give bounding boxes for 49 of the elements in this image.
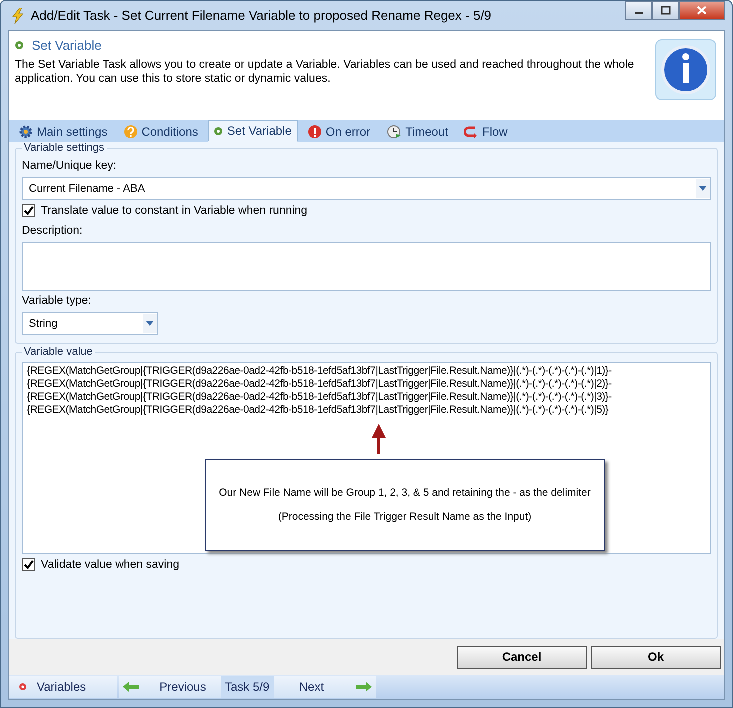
task-description: The Set Variable Task allows you to create or update a Variable. Variables can be used and reached throughout the whole application. You can use this to store static or dynamic values.: [15, 58, 636, 86]
gear-icon: [19, 124, 33, 138]
tab[interactable]: Main settings: [13, 121, 114, 142]
tab[interactable]: Conditions: [118, 121, 204, 142]
right-arrow-icon: [356, 682, 372, 692]
error-icon: [308, 124, 322, 138]
task-position: Task 5/9: [221, 676, 274, 698]
description-field[interactable]: [22, 242, 711, 291]
field-label: Variable type:: [22, 295, 92, 307]
callout-text: Our New File Name will be Group 1, 2, 3, & 5 and retaining the - as the delimiter: [219, 487, 591, 499]
arrow-icon: [372, 424, 386, 454]
clock-icon: [386, 124, 402, 138]
previous-button[interactable]: Previous: [119, 676, 221, 698]
checkbox[interactable]: [22, 204, 35, 217]
next-button[interactable]: Next: [274, 676, 376, 698]
name-dropdown[interactable]: Current Filename - ABA: [22, 177, 711, 200]
group-title: Variable value: [23, 346, 94, 358]
field-label: Description:: [22, 225, 83, 237]
cancel-button[interactable]: Cancel: [457, 646, 587, 668]
dot-icon: [19, 683, 27, 691]
checkbox-label: Translate value to constant in Variable when running: [41, 204, 308, 216]
tab[interactable]: Timeout: [380, 121, 454, 142]
task-title: Set Variable: [32, 38, 102, 52]
minimize-button[interactable]: [625, 1, 652, 20]
type-dropdown[interactable]: String: [22, 312, 158, 335]
checkbox-label: Validate value when saving: [41, 558, 180, 570]
lightning-icon: [11, 8, 25, 24]
dot-icon: [15, 40, 24, 50]
left-arrow-icon: [123, 682, 139, 692]
dropdown-arrow-icon: [699, 186, 707, 191]
close-button[interactable]: [679, 1, 725, 20]
tab[interactable]: Flow: [458, 121, 514, 142]
maximize-icon: [660, 6, 670, 15]
callout-text: (Processing the File Trigger Result Name as the Input): [278, 511, 532, 523]
dropdown-arrow-icon: [146, 321, 154, 326]
flow-icon: [464, 124, 478, 138]
tab[interactable]: On error: [302, 121, 377, 142]
dot-icon: [214, 126, 224, 136]
close-icon: [697, 6, 707, 15]
field-label: Name/Unique key:: [22, 160, 117, 172]
maximize-button[interactable]: [652, 1, 679, 20]
window-title: Add/Edit Task - Set Current Filename Variable to proposed Rename Regex - 5/9: [31, 8, 492, 23]
ok-button[interactable]: Ok: [591, 646, 721, 668]
checkbox[interactable]: [22, 558, 35, 571]
variables-button[interactable]: Variables: [9, 676, 117, 698]
question-icon: [124, 124, 138, 138]
info-icon: [655, 39, 717, 101]
tab[interactable]: Set Variable: [208, 120, 298, 142]
group-title: Variable settings: [23, 142, 106, 154]
